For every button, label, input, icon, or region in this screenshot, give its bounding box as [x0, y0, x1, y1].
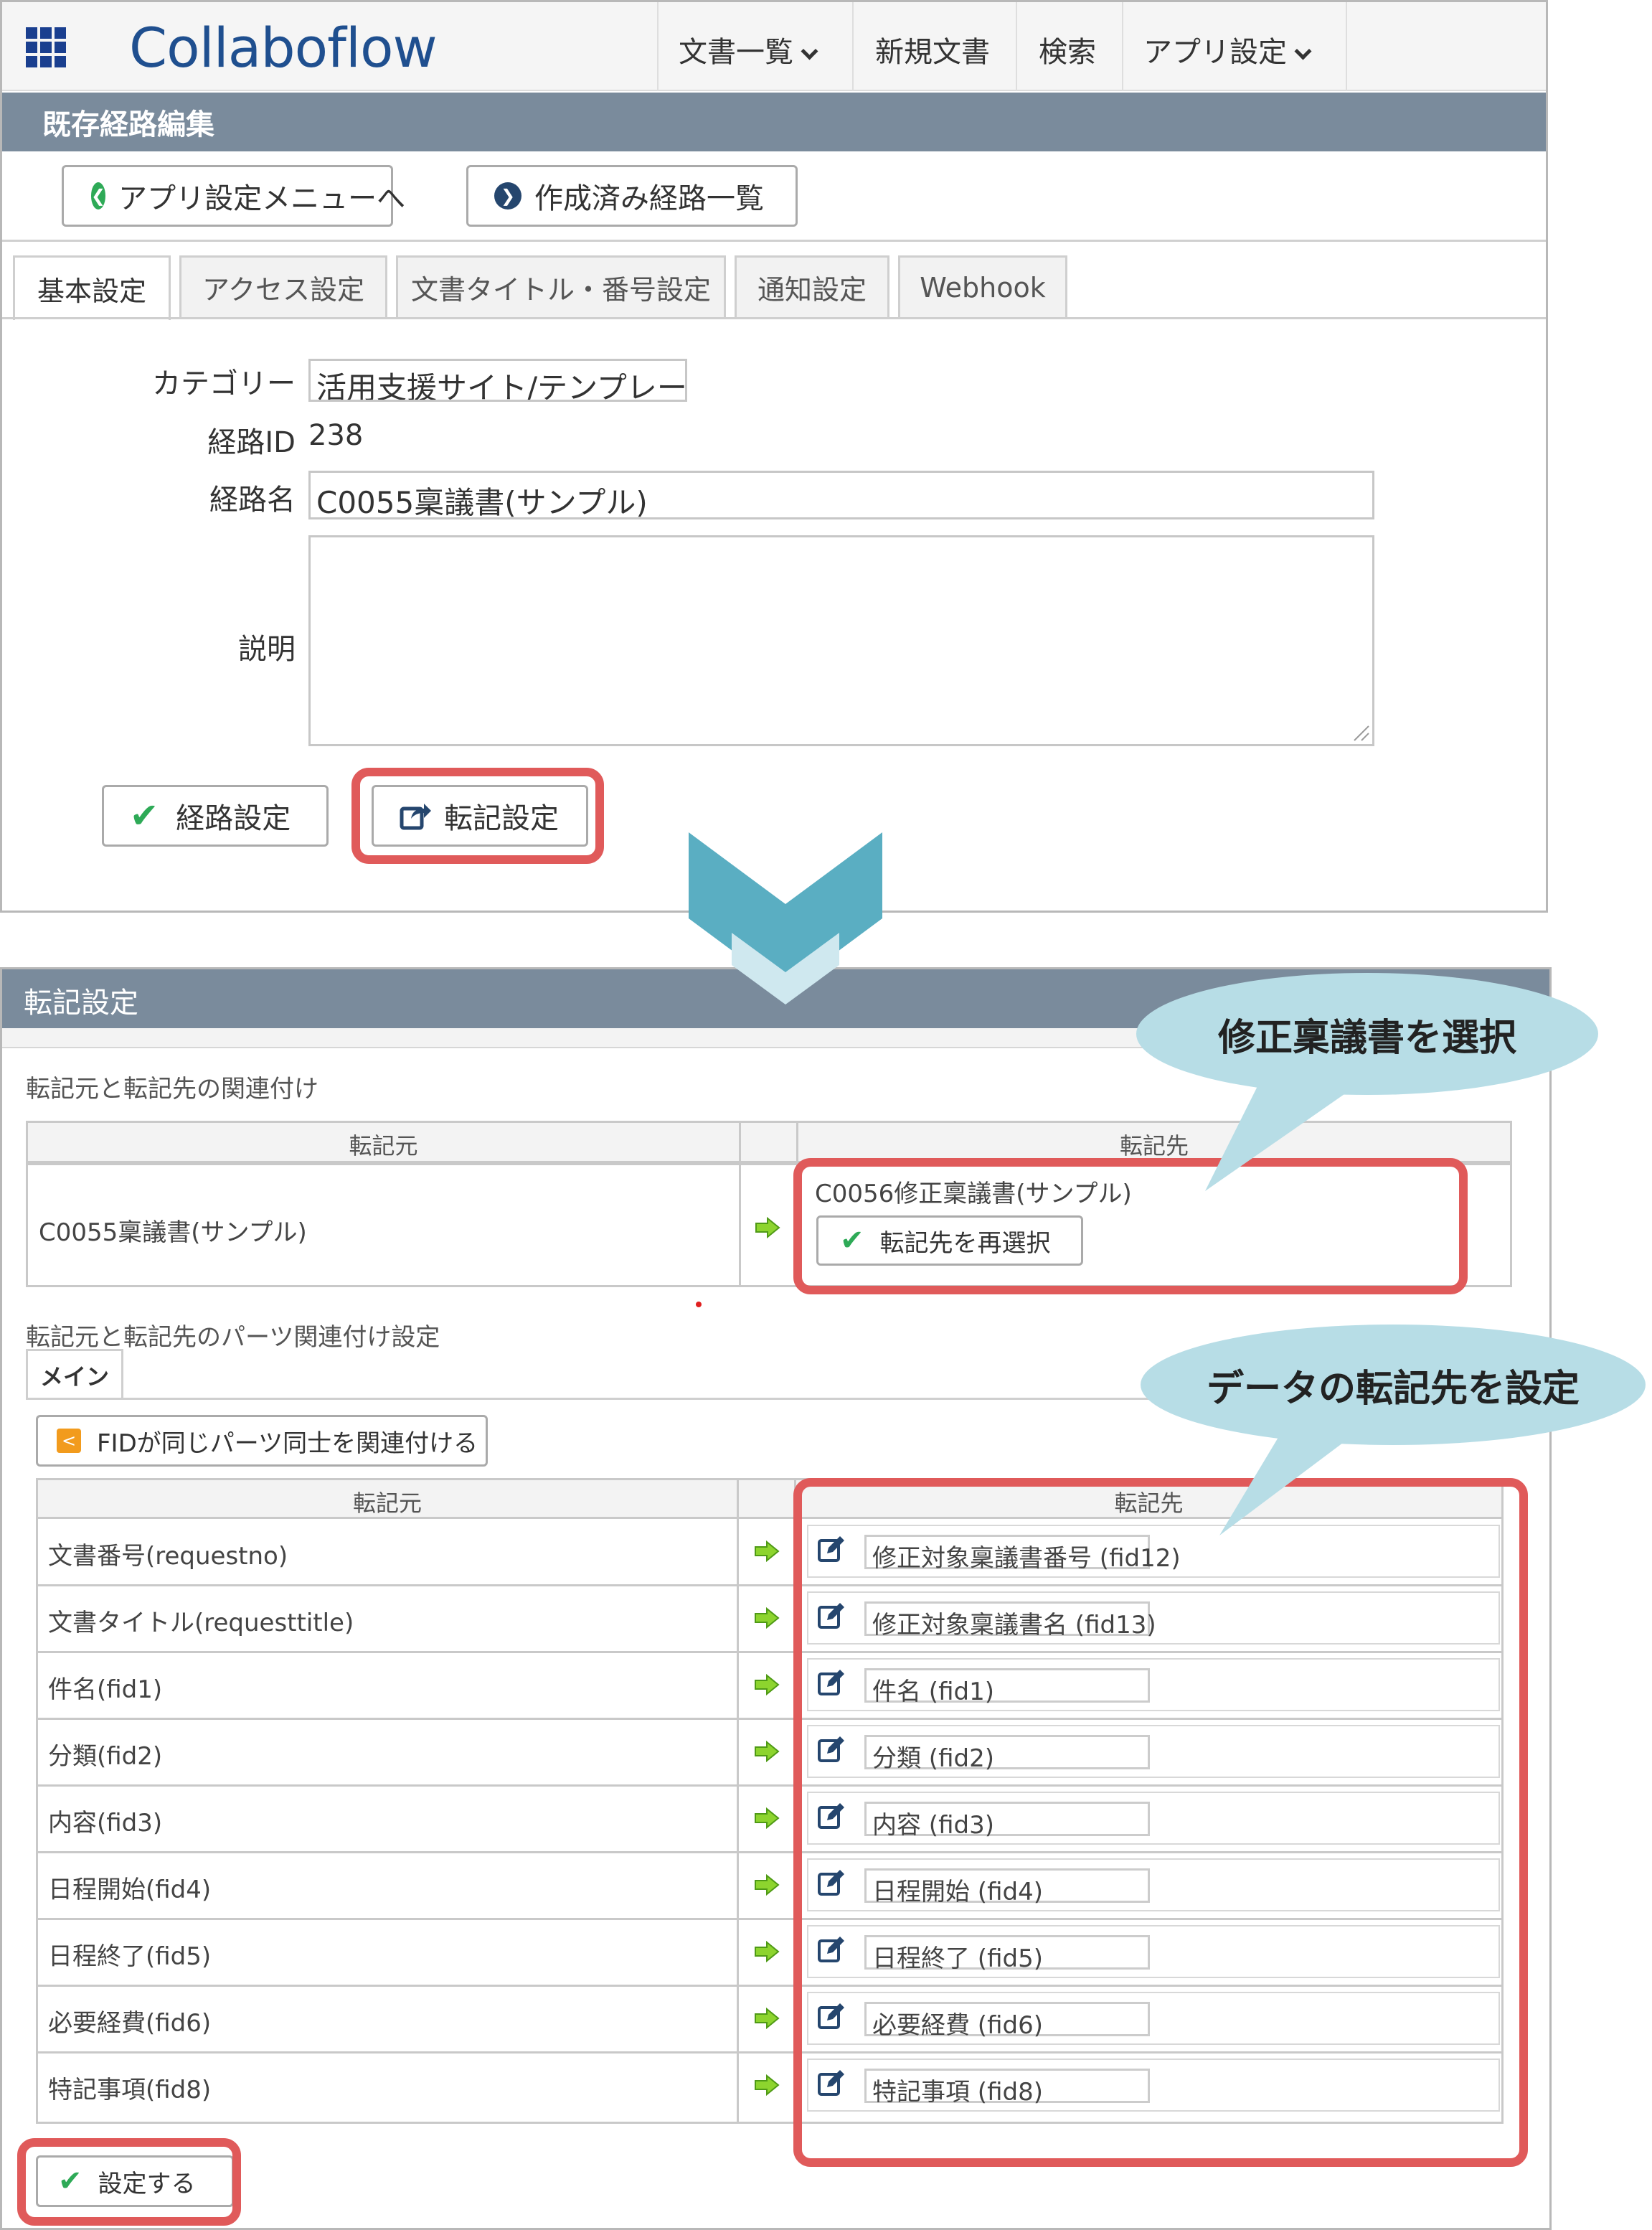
nav-app-settings-label: アプリ設定: [1143, 36, 1287, 69]
route-id-value: 238: [308, 419, 364, 452]
source-route-name: C0055稟議書(サンプル): [39, 1218, 307, 1247]
arrow-right-circle-icon: ❯: [494, 182, 521, 210]
route-settings-button[interactable]: ✔ 経路設定: [102, 785, 329, 847]
source-column-header: 転記元: [349, 1132, 418, 1159]
nav-documents-label: 文書一覧: [679, 36, 793, 69]
parts-heading: 転記元と転記先のパーツ関連付け設定: [26, 1323, 440, 1352]
green-arrow-icon: [755, 2074, 780, 2096]
callout-set-destination: データの転記先を設定: [1141, 1325, 1646, 1445]
nav-divider: [1016, 2, 1017, 91]
nav-divider: [852, 2, 854, 91]
row-source: 日程終了(fid5): [48, 1942, 212, 1971]
row-source: 日程開始(fid4): [48, 1876, 212, 1904]
nav-documents[interactable]: 文書一覧: [679, 29, 818, 70]
callout-select-destination: 修正稟議書を選択: [1136, 973, 1598, 1095]
row-source: 文書タイトル(requesttitle): [48, 1609, 354, 1637]
tab-notification[interactable]: 通知設定: [735, 255, 889, 317]
row-source: 件名(fid1): [48, 1675, 163, 1704]
dest-column-header: 転記先: [1119, 1132, 1189, 1159]
chevron-down-icon: [801, 42, 818, 60]
nav-app-settings[interactable]: アプリ設定: [1143, 29, 1312, 70]
check-icon: ✔: [130, 796, 159, 836]
chevron-down-icon: [1294, 42, 1312, 60]
nav-divider: [657, 2, 659, 91]
nav-new-document[interactable]: 新規文書: [875, 29, 990, 70]
mapping-source-header: 転記元: [352, 1490, 422, 1517]
back-to-app-settings-label: アプリ設定メニューへ: [118, 182, 406, 215]
route-list-button[interactable]: ❯ 作成済み経路一覧: [466, 165, 798, 227]
green-arrow-icon: [755, 1874, 780, 1896]
link-same-fid-button[interactable]: < FIDが同じパーツ同士を関連付ける: [36, 1415, 488, 1467]
association-heading: 転記元と転記先の関連付け: [26, 1075, 318, 1104]
tab-webhook[interactable]: Webhook: [898, 255, 1067, 317]
row-source: 内容(fid3): [48, 1809, 163, 1838]
route-list-label: 作成済み経路一覧: [534, 182, 764, 215]
page-title: 既存経路編集: [2, 93, 1546, 151]
green-arrow-icon: [755, 1674, 780, 1695]
highlight-save-button: [17, 2138, 241, 2226]
row-source: 特記事項(fid8): [48, 2076, 212, 2104]
column-divider: [739, 1123, 741, 1285]
link-same-fid-label: FIDが同じパーツ同士を関連付ける: [97, 1429, 478, 1458]
link-icon: <: [57, 1429, 81, 1453]
nav-divider: [1346, 2, 1347, 91]
nav-search[interactable]: 検索: [1039, 29, 1096, 70]
green-arrow-icon: [755, 1607, 780, 1629]
tab-access[interactable]: アクセス設定: [179, 255, 387, 317]
green-arrow-icon: [755, 1807, 780, 1829]
description-textarea[interactable]: [308, 535, 1374, 746]
app-logo[interactable]: Collaboflow: [129, 16, 438, 80]
category-label: カテゴリー: [152, 367, 296, 400]
tab-main[interactable]: メイン: [26, 1349, 123, 1399]
callout-tail: [1219, 1428, 1363, 1535]
green-arrow-icon: [755, 1540, 780, 1562]
nav-divider: [1122, 2, 1123, 91]
highlight-transcription-button: [351, 768, 604, 864]
green-arrow-icon: [755, 1217, 780, 1238]
red-dot: [696, 1302, 702, 1307]
tab-title-number[interactable]: 文書タイトル・番号設定: [396, 255, 726, 317]
row-source: 文書番号(requestno): [48, 1542, 288, 1571]
tab-basic[interactable]: 基本設定: [13, 255, 171, 320]
green-arrow-icon: [755, 2008, 780, 2029]
category-field[interactable]: 活用支援サイト/テンプレート: [308, 359, 687, 402]
resize-handle-icon[interactable]: [1351, 723, 1370, 742]
highlight-destination-fields: [793, 1478, 1528, 2167]
row-source: 分類(fid2): [48, 1742, 163, 1771]
route-id-label: 経路ID: [207, 426, 296, 459]
green-arrow-icon: [755, 1941, 780, 1962]
route-name-label: 経路名: [209, 484, 296, 517]
green-arrow-icon: [755, 1741, 780, 1762]
route-name-input[interactable]: C0055稟議書(サンプル): [308, 471, 1374, 519]
description-label: 説明: [238, 633, 296, 666]
tab-underline: [2, 317, 1546, 319]
app-grid-icon[interactable]: [26, 27, 66, 67]
flow-down-arrow-icon: [689, 832, 882, 1005]
arrow-left-circle-icon: ❮: [91, 182, 106, 210]
back-to-app-settings-button[interactable]: ❮ アプリ設定メニューへ: [62, 165, 405, 227]
divider: [2, 240, 1546, 242]
route-settings-label: 経路設定: [176, 802, 291, 835]
row-source: 必要経費(fid6): [48, 2009, 212, 2038]
